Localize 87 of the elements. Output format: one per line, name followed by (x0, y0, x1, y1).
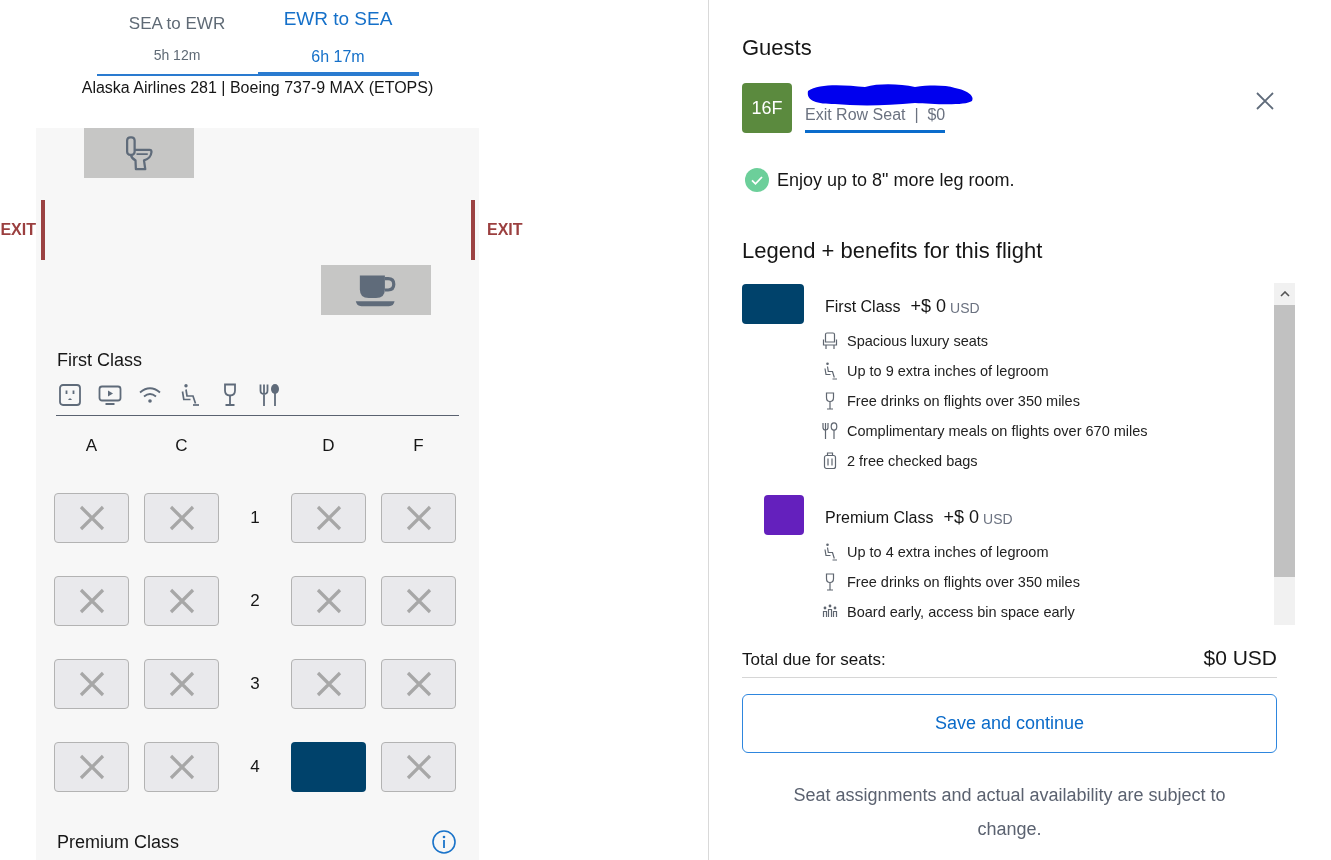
fork-spoon-icon (822, 422, 838, 440)
cross-icon (78, 588, 105, 614)
disclaimer: Seat assignments and actual availability are subject to change. (792, 784, 1227, 841)
exit-marker-icon (41, 200, 45, 260)
guests-heading: Guests (742, 35, 813, 61)
seat[interactable] (381, 659, 456, 709)
flight-tab[interactable]: SEA to EWR 5h 12m (96, 13, 258, 76)
scrollbar[interactable] (1274, 283, 1295, 625)
save-button[interactable]: Save and continue (742, 694, 1277, 753)
cross-icon (405, 588, 432, 614)
guest-seat-link[interactable]: Exit Row Seat | $0 (805, 105, 946, 133)
class-name: First Class (825, 296, 901, 316)
seat[interactable] (291, 493, 366, 543)
price-currency: USD (983, 509, 1013, 527)
row-number: 3 (249, 674, 261, 694)
info-icon[interactable] (432, 830, 456, 854)
exit-marker-icon (471, 200, 475, 260)
row-number: 4 (249, 757, 261, 777)
benefit-text: 2 free checked bags (847, 453, 978, 469)
seat[interactable] (381, 576, 456, 626)
benefit-text: Up to 4 extra inches of legroom (847, 544, 1049, 560)
benefit-text: Board early, access bin space early (847, 604, 1075, 620)
benefit-text: Spacious luxury seats (847, 333, 989, 349)
benefit-text: Free drinks on flights over 350 miles (847, 393, 1080, 409)
section-title: Premium Class (57, 831, 180, 853)
price-currency: USD (950, 298, 980, 316)
cross-icon (315, 671, 342, 697)
seat[interactable] (291, 659, 366, 709)
column-letter: A (84, 436, 99, 456)
cross-icon (315, 505, 342, 531)
cross-icon (168, 671, 195, 697)
seat[interactable] (54, 742, 129, 792)
scroll-up-icon[interactable] (1279, 291, 1290, 297)
class-price: +$ 0 (910, 295, 947, 317)
total-amount: $0 USD (1203, 645, 1277, 671)
seat[interactable] (291, 576, 366, 626)
row-number: 2 (249, 591, 261, 611)
class-price: +$ 0 (943, 506, 979, 528)
fork-spoon-icon (258, 383, 282, 407)
cross-icon (405, 671, 432, 697)
coffee-cup-icon (355, 273, 397, 307)
cross-icon (315, 588, 342, 614)
column-letter: D (321, 436, 336, 456)
seat-badge: 16F (742, 83, 792, 133)
class-name: Premium Class (825, 507, 934, 527)
seat-icon (822, 332, 838, 350)
cross-icon (78, 671, 105, 697)
benefit-text: Free drinks on flights over 350 miles (847, 574, 1080, 590)
benefit-text: Up to 9 extra inches of legroom (847, 363, 1049, 379)
column-letter: F (412, 436, 425, 456)
seat[interactable] (381, 493, 456, 543)
seat[interactable] (291, 742, 366, 792)
flight-info: Alaska Airlines 281 | Boeing 737-9 MAX (ETOPS) (80, 78, 435, 98)
legend-heading: Legend + benefits for this flight (742, 238, 1044, 264)
seat[interactable] (144, 742, 219, 792)
legroom-icon (822, 543, 838, 561)
seat[interactable] (54, 493, 129, 543)
seat[interactable] (144, 576, 219, 626)
column-letter: C (174, 436, 189, 456)
cross-icon (168, 505, 195, 531)
seat[interactable] (144, 493, 219, 543)
toilet-icon (124, 135, 154, 171)
cross-icon (405, 754, 432, 780)
seat[interactable] (381, 742, 456, 792)
exit-label: EXIT (487, 221, 523, 239)
check-circle-icon (745, 168, 769, 192)
seat[interactable] (54, 576, 129, 626)
cross-icon (78, 505, 105, 531)
legroom-icon (822, 362, 838, 380)
luggage-icon (822, 452, 838, 470)
scroll-thumb[interactable] (1274, 305, 1295, 577)
benefit-text: Complimentary meals on flights over 670 miles (847, 423, 1148, 439)
cross-icon (168, 754, 195, 780)
seat[interactable] (54, 659, 129, 709)
section-title: First Class (56, 349, 143, 371)
seat[interactable] (144, 659, 219, 709)
row-number: 1 (249, 508, 261, 528)
cross-icon (405, 505, 432, 531)
flight-tab[interactable]: EWR to SEA 6h 17m (257, 7, 419, 76)
power-outlet-icon (58, 383, 82, 407)
exit-label: EXIT (0, 221, 36, 239)
cross-icon (168, 588, 195, 614)
close-icon[interactable] (1256, 92, 1274, 110)
screen-icon (98, 383, 122, 407)
total-label: Total due for seats: (742, 650, 886, 670)
benefit-note: Enjoy up to 8" more leg room. (777, 169, 1015, 191)
cross-icon (78, 754, 105, 780)
